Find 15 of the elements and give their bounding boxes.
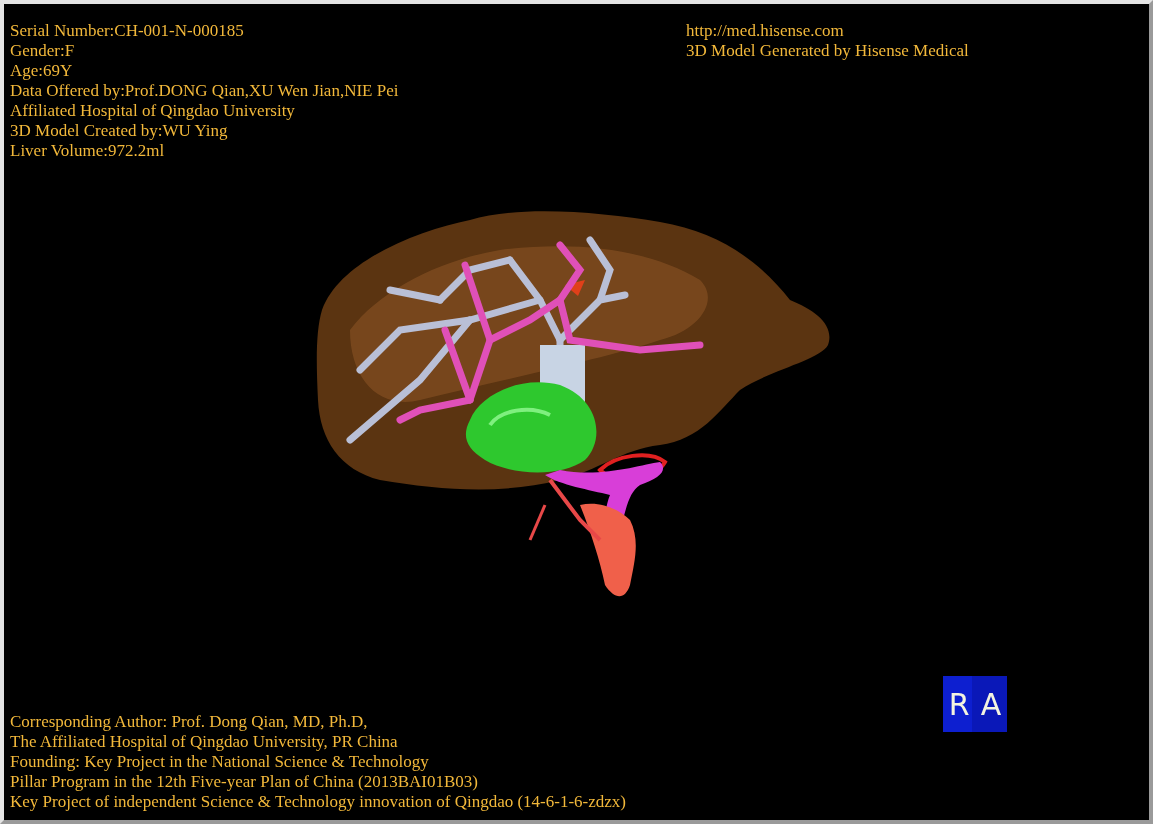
credit-text: Pillar Program in the 12th Five-year Plan of China (2013BAI01B03) <box>10 772 479 792</box>
source-info-text: http://med.hisense.com <box>686 21 845 41</box>
credit-text: The Affiliated Hospital of Qingdao University, PR China <box>10 732 399 752</box>
credit-text: Key Project of independent Science & Technology innovation of Qingdao (14-6-1-6-zdzx) <box>10 792 626 812</box>
source-info-text: 3D Model Generated by Hisense Medical <box>686 41 970 61</box>
patient-info-text: Affiliated Hospital of Qingdao University <box>10 101 296 121</box>
patient-info-text: Liver Volume:972.2ml <box>10 141 166 161</box>
credit-text: Founding: Key Project in the National Science & Technology <box>10 752 430 772</box>
patient-info-text: Data Offered by:Prof.DONG Qian,XU Wen Jian,NIE Pei <box>10 81 399 101</box>
credit-text: Corresponding Author: Prof. Dong Qian, MD, Ph.D, <box>10 712 369 732</box>
orientation-cube[interactable]: R A <box>943 676 1007 732</box>
patient-info-text: 3D Model Created by:WU Ying <box>10 121 229 141</box>
patient-info-text: Gender:F <box>10 41 76 61</box>
patient-info-text: Age:69Y <box>10 61 74 81</box>
patient-info-text: Serial Number:CH-001-N-000185 <box>10 21 245 41</box>
